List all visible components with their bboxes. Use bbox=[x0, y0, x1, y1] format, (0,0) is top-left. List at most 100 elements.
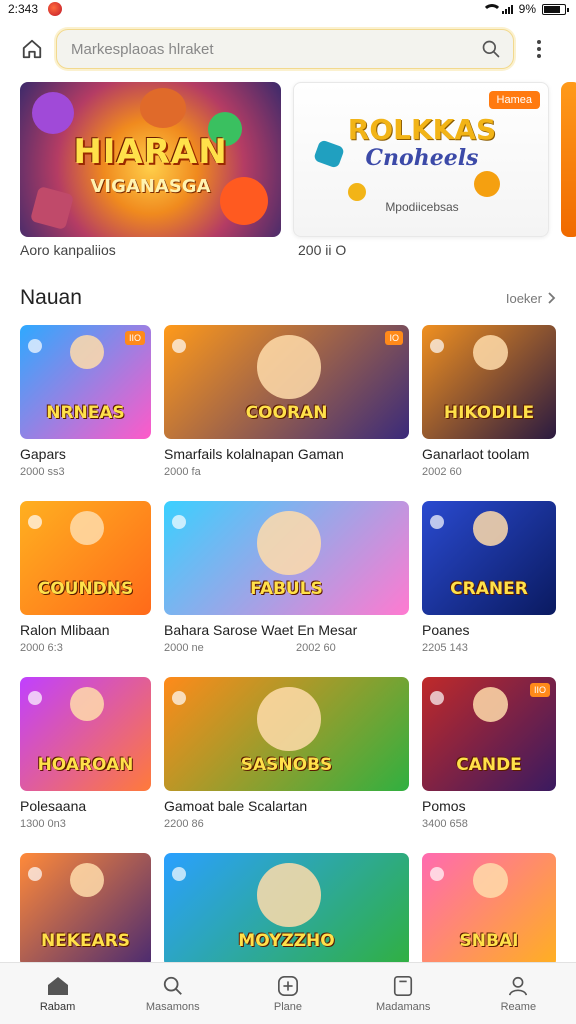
battery-icon bbox=[542, 3, 569, 15]
search-input[interactable] bbox=[71, 40, 481, 58]
game-thumbnail[interactable]: SASNOBS bbox=[164, 677, 409, 791]
game-title: Ganarlaot toolam bbox=[422, 446, 530, 462]
sparkle-art bbox=[28, 515, 42, 529]
top-bar bbox=[0, 26, 576, 72]
search-icon[interactable] bbox=[481, 39, 501, 59]
game-thumbnail[interactable]: NRNEAS IIO bbox=[20, 325, 151, 439]
featured-game-title: HIARAN bbox=[73, 132, 228, 172]
search-icon bbox=[163, 976, 182, 995]
game-card[interactable]: COORAN IO Smarfails kolalnapan Gaman 2000 f… bbox=[164, 325, 409, 485]
library-icon bbox=[394, 975, 413, 996]
sparkle-art bbox=[172, 691, 186, 705]
game-thumbnail-title: CRANER bbox=[450, 579, 528, 599]
game-meta: 2205 143 bbox=[422, 642, 468, 654]
more-options-button[interactable] bbox=[524, 31, 554, 67]
nav-item-profile[interactable]: Reame bbox=[468, 975, 568, 1013]
featured-game-title: ROLKKAS bbox=[347, 113, 497, 146]
sparkle-art bbox=[430, 867, 444, 881]
featured-card[interactable]: Hamea ROLKKAS Cnoheels Mpodiicebsas bbox=[293, 82, 549, 237]
sparkle-art bbox=[28, 867, 42, 881]
featured-card-label: 200 ii O bbox=[298, 242, 347, 258]
sparkle-art bbox=[28, 339, 42, 353]
chevron-right-icon bbox=[548, 292, 556, 304]
character-art bbox=[257, 511, 321, 575]
sparkle-art bbox=[172, 339, 186, 353]
sparkle-art bbox=[172, 515, 186, 529]
character-art bbox=[472, 335, 508, 370]
notification-app-icon bbox=[48, 2, 63, 16]
game-thumbnail-title: CANDE bbox=[456, 755, 522, 775]
game-thumbnail[interactable]: COUNDNS bbox=[20, 501, 151, 615]
featured-card-label: Aoro kanpaliios bbox=[20, 242, 116, 258]
sparkle-art bbox=[28, 691, 42, 705]
search-bar[interactable] bbox=[56, 29, 514, 69]
home-icon bbox=[47, 976, 68, 995]
game-badge: IIO bbox=[124, 331, 145, 345]
game-thumbnail-title: COUNDNS bbox=[37, 579, 134, 599]
see-all-link[interactable]: Ioeker bbox=[506, 291, 556, 306]
game-card[interactable]: HIKODILE Ganarlaot toolam 2002 60 bbox=[422, 325, 556, 485]
featured-card-peek[interactable] bbox=[561, 82, 576, 237]
sparkle-art bbox=[430, 691, 444, 705]
game-thumbnail[interactable]: FABULS bbox=[164, 501, 409, 615]
nav-item-search[interactable]: Masamons bbox=[123, 975, 223, 1013]
game-title: Ralon Mlibaan bbox=[20, 622, 110, 638]
game-thumbnail[interactable]: CRANER bbox=[422, 501, 556, 615]
game-meta: 2000 fa bbox=[164, 466, 201, 478]
game-meta: 2000 ne bbox=[164, 642, 204, 654]
nav-label: Rabam bbox=[39, 1000, 76, 1013]
signal-icon bbox=[501, 4, 513, 14]
game-thumbnail-title: MOYZZHO bbox=[238, 931, 335, 951]
character-art bbox=[69, 863, 104, 898]
game-thumbnail[interactable]: COORAN IO bbox=[164, 325, 409, 439]
battery-percentage: 9% bbox=[518, 2, 536, 16]
game-thumbnail[interactable]: CANDE IIO bbox=[422, 677, 556, 791]
sparkle-art bbox=[430, 339, 444, 353]
game-title: Poanes bbox=[422, 622, 470, 638]
game-thumbnail-title: SASNOBS bbox=[240, 755, 333, 775]
nav-item-add[interactable]: Plane bbox=[238, 975, 338, 1013]
game-thumbnail-title: FABULS bbox=[250, 579, 323, 599]
section-title: Nauan bbox=[20, 286, 82, 309]
status-bar: 2:343 9% bbox=[0, 0, 576, 18]
featured-badge: Hamea bbox=[488, 91, 540, 109]
home-icon bbox=[22, 39, 42, 59]
section-header: Nauan Ioeker bbox=[20, 286, 556, 310]
game-card[interactable]: NRNEAS IIO Gapars 2000 ss3 bbox=[20, 325, 151, 485]
game-thumbnail-title: NEKEARS bbox=[40, 931, 131, 951]
bottom-navigation: Rabam Masamons Plane Madamans Reame bbox=[0, 962, 576, 1024]
game-card[interactable]: COUNDNS Ralon Mlibaan 2000 6:3 bbox=[20, 501, 151, 661]
game-title: Gapars bbox=[20, 446, 66, 462]
home-button[interactable] bbox=[14, 31, 50, 67]
game-badge: IO bbox=[385, 331, 403, 345]
character-art bbox=[472, 863, 508, 898]
game-badge: IIO bbox=[529, 683, 550, 697]
game-meta: 2002 60 bbox=[422, 466, 462, 478]
game-card[interactable]: FABULS Bahara Sarose Waet En Mesar 2000 ne… bbox=[164, 501, 409, 661]
nav-item-library[interactable]: Madamans bbox=[353, 975, 453, 1013]
game-thumbnail[interactable]: HIKODILE bbox=[422, 325, 556, 439]
featured-game-caption: Mpodiicebsas bbox=[385, 200, 459, 214]
game-card[interactable]: SASNOBS Gamoat bale Scalartan 2200 86 bbox=[164, 677, 409, 837]
game-thumbnail[interactable]: MOYZZHO bbox=[164, 853, 409, 967]
featured-card[interactable]: HIARAN VIGANASGA bbox=[20, 82, 281, 237]
game-card[interactable]: CANDE IIO Pomos 3400 658 bbox=[422, 677, 556, 837]
featured-game-subtitle: Cnoheels bbox=[365, 145, 479, 171]
game-title: Polesaana bbox=[20, 798, 87, 814]
game-card[interactable]: CRANER Poanes 2205 143 bbox=[422, 501, 556, 661]
game-meta: 2200 86 bbox=[164, 818, 204, 830]
game-thumbnail-title: HOAROAN bbox=[37, 755, 134, 775]
featured-carousel: HIARAN VIGANASGA Hamea ROLKKAS Cnoheels … bbox=[20, 82, 576, 267]
game-thumbnail[interactable]: SNBAI bbox=[422, 853, 556, 967]
game-card[interactable]: HOAROAN Polesaana 1300 0n3 bbox=[20, 677, 151, 837]
character-art bbox=[69, 511, 104, 546]
nav-label: Madamans bbox=[375, 1000, 431, 1013]
featured-game-subtitle: VIGANASGA bbox=[90, 176, 211, 197]
game-thumbnail[interactable]: NEKEARS bbox=[20, 853, 151, 967]
game-thumbnail[interactable]: HOAROAN bbox=[20, 677, 151, 791]
game-title: Bahara Sarose Waet En Mesar bbox=[164, 622, 358, 638]
add-icon bbox=[277, 975, 298, 996]
nav-item-home[interactable]: Rabam bbox=[8, 975, 108, 1013]
status-time: 2:343 bbox=[8, 2, 39, 16]
game-thumbnail-title: SNBAI bbox=[459, 931, 519, 951]
